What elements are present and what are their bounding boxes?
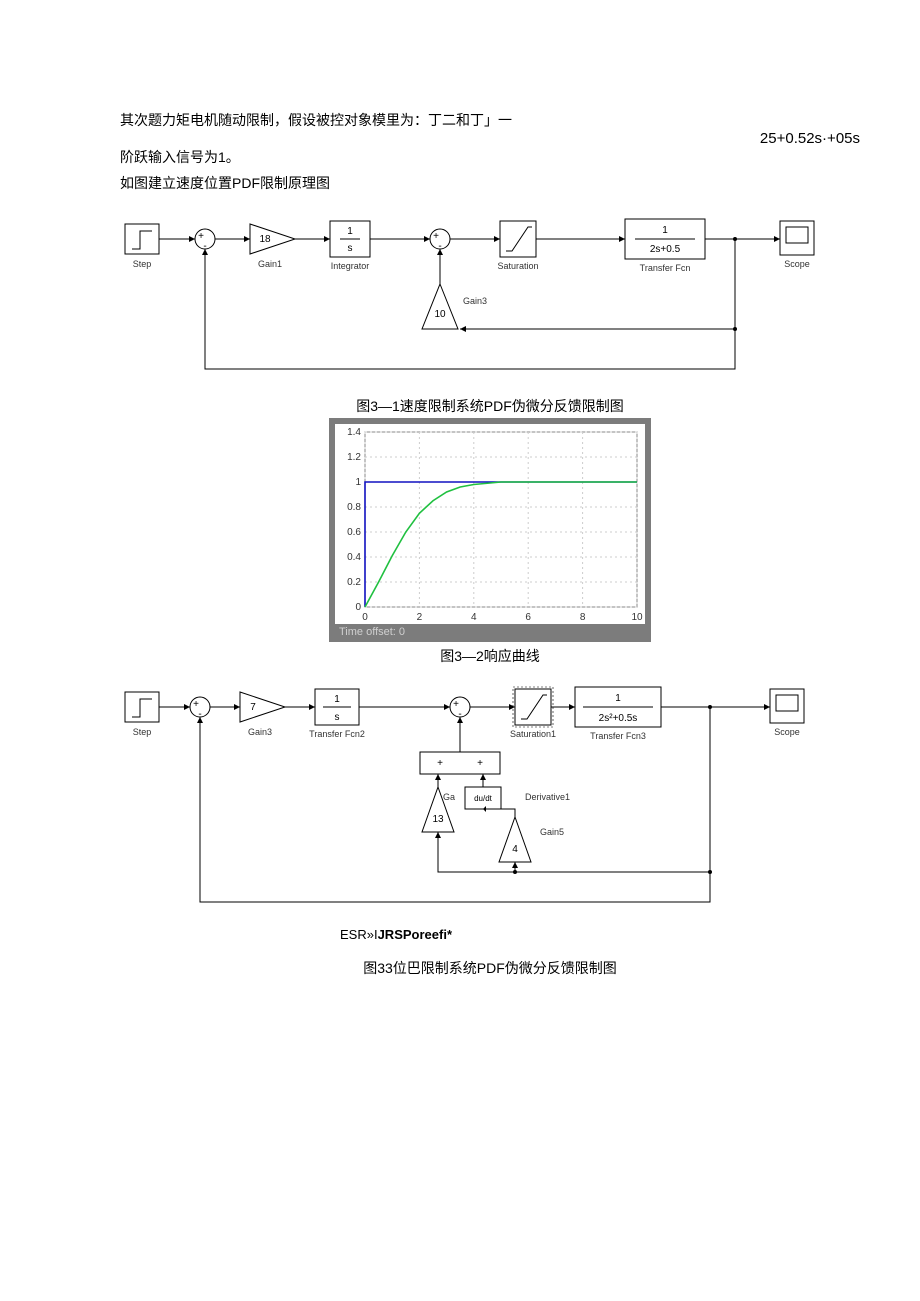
svg-text:du/dt: du/dt — [474, 794, 493, 803]
svg-text:s: s — [348, 243, 353, 254]
svg-text:0.2: 0.2 — [347, 577, 361, 588]
svg-text:0: 0 — [362, 612, 368, 623]
svg-text:13: 13 — [432, 814, 444, 825]
svg-text:1.4: 1.4 — [347, 427, 361, 438]
figure-3-1-caption: 图3—1速度限制系统PDF伪微分反馈限制图 — [120, 396, 860, 416]
svg-text:0: 0 — [355, 602, 361, 613]
svg-text:7: 7 — [250, 702, 256, 713]
svg-text:Gain1: Gain1 — [258, 259, 282, 269]
simulink-diagram-1: Step + - 18 Gain1 1 s Integrator — [120, 199, 860, 392]
esr-text: ESR»IJRSPoreefi* — [340, 927, 452, 942]
formula-text: 25+0.52s·+05s — [760, 130, 860, 147]
svg-text:Ga: Ga — [443, 792, 455, 802]
svg-text:1: 1 — [662, 225, 668, 236]
svg-text:Gain5: Gain5 — [540, 827, 564, 837]
paragraph-2: 阶跃输入信号为1。 — [120, 147, 860, 167]
response-plot: 0 2 4 6 8 10 0 0.2 0.4 0.6 0.8 1 1.2 1.4 Time offset… — [329, 418, 651, 642]
svg-text:4: 4 — [471, 612, 477, 623]
figure-3-3-caption: 图33位巴限制系统PDF伪微分反馈限制图 — [120, 958, 860, 978]
svg-text:0.8: 0.8 — [347, 502, 361, 513]
svg-text:2: 2 — [417, 612, 423, 623]
paragraph-3: 如图建立速度位置PDF限制原理图 — [120, 173, 860, 193]
time-offset-label: Time offset: 0 — [335, 624, 645, 640]
svg-text:Step: Step — [133, 727, 152, 737]
svg-text:0.6: 0.6 — [347, 527, 361, 538]
svg-text:8: 8 — [580, 612, 586, 623]
svg-text:1: 1 — [615, 693, 621, 704]
svg-text:Scope: Scope — [774, 727, 800, 737]
figure-3-2-caption: 图3—2响应曲线 — [120, 646, 860, 666]
svg-text:6: 6 — [525, 612, 531, 623]
paragraph-1: 其次题力矩电机随动限制，假设被控对象模里为：丁二和丁」一 — [120, 110, 512, 130]
svg-text:10: 10 — [631, 612, 643, 623]
svg-text:+: + — [437, 758, 443, 769]
simulink-diagram-2: Step + - 7 Gain3 1 s Transfer Fcn2 — [120, 672, 860, 925]
svg-text:+: + — [477, 758, 483, 769]
svg-text:4: 4 — [512, 844, 518, 855]
svg-text:Step: Step — [133, 259, 152, 269]
svg-text:1: 1 — [347, 226, 353, 237]
svg-text:1: 1 — [334, 694, 340, 705]
svg-text:1.2: 1.2 — [347, 452, 361, 463]
svg-text:0.4: 0.4 — [347, 552, 361, 563]
svg-text:1: 1 — [355, 477, 361, 488]
svg-text:Scope: Scope — [784, 259, 810, 269]
svg-text:2s+0.5: 2s+0.5 — [650, 244, 681, 255]
svg-text:2s²+0.5s: 2s²+0.5s — [599, 713, 638, 724]
svg-text:18: 18 — [259, 234, 271, 245]
svg-text:Transfer Fcn2: Transfer Fcn2 — [309, 729, 365, 739]
svg-text:Saturation1: Saturation1 — [510, 729, 556, 739]
svg-text:Saturation: Saturation — [497, 261, 538, 271]
svg-text:Gain3: Gain3 — [248, 727, 272, 737]
svg-text:Integrator: Integrator — [331, 261, 370, 271]
svg-text:10: 10 — [434, 309, 446, 320]
svg-text:Derivative1: Derivative1 — [525, 792, 570, 802]
svg-text:Transfer Fcn3: Transfer Fcn3 — [590, 731, 646, 741]
svg-text:s: s — [335, 712, 340, 723]
svg-text:Transfer Fcn: Transfer Fcn — [640, 263, 691, 273]
svg-text:Gain3: Gain3 — [463, 296, 487, 306]
